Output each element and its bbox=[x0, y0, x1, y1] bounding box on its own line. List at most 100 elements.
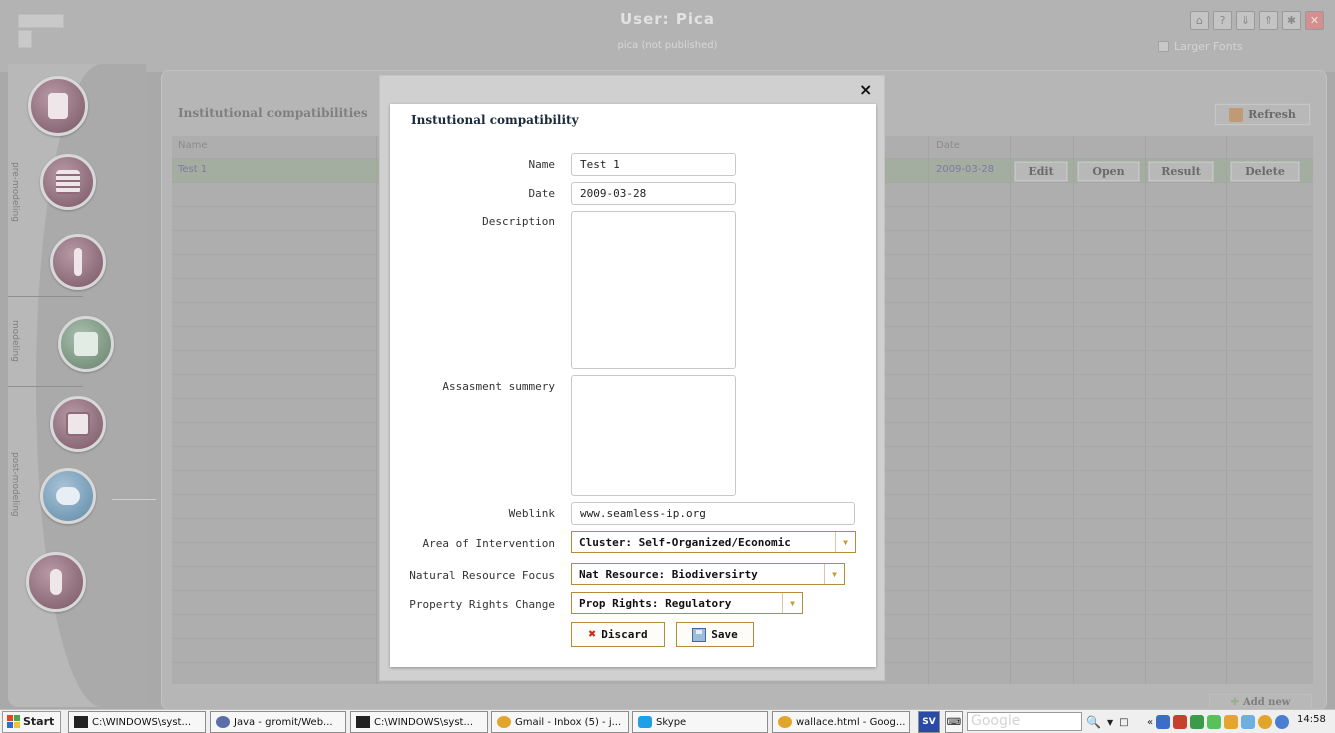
area-select-value: Cluster: Self-Organized/Economic bbox=[579, 535, 791, 549]
summary-label: Assasment summery bbox=[442, 380, 555, 393]
result-button[interactable]: Result bbox=[1148, 161, 1214, 182]
settings-icon[interactable]: ✱ bbox=[1282, 11, 1301, 30]
upload-icon[interactable]: ⇑ bbox=[1259, 11, 1278, 30]
taskbar-item-gmail[interactable]: Gmail - Inbox (5) - j... bbox=[491, 711, 629, 733]
taskbar-item-wallace[interactable]: wallace.html - Goog... bbox=[772, 711, 910, 733]
row-name-link[interactable]: Test 1 bbox=[178, 164, 207, 175]
section-label-post-modeling: post-modeling bbox=[10, 452, 20, 517]
discard-label: Discard bbox=[601, 628, 648, 641]
discard-icon: ✖ bbox=[588, 627, 597, 642]
chart-nav-button[interactable] bbox=[50, 396, 106, 452]
chevron-down-icon[interactable]: ▼ bbox=[782, 593, 802, 613]
resource-select[interactable]: Nat Resource: Biodiversirty ▼ bbox=[571, 563, 845, 585]
volume-icon[interactable] bbox=[1241, 715, 1256, 729]
edit-button[interactable]: Edit bbox=[1014, 161, 1068, 182]
description-label: Description bbox=[482, 215, 555, 228]
refresh-label: Refresh bbox=[1248, 108, 1296, 121]
taskbar-item-label: Gmail - Inbox (5) - j... bbox=[515, 716, 622, 728]
rights-select[interactable]: Prop Rights: Regulatory ▼ bbox=[571, 592, 803, 614]
add-new-button[interactable]: ✚ Add new bbox=[1209, 694, 1312, 708]
row-date: 2009-03-28 bbox=[936, 164, 995, 175]
area-label: Area of Intervention bbox=[422, 537, 555, 550]
clipboard-icon bbox=[48, 93, 68, 119]
calculator-nav-button[interactable] bbox=[58, 316, 114, 372]
scales-nav-button[interactable] bbox=[40, 468, 96, 524]
help-icon[interactable]: ? bbox=[1213, 11, 1232, 30]
larger-fonts-checkbox[interactable] bbox=[1158, 41, 1169, 52]
chrome-tray-icon[interactable] bbox=[1258, 715, 1273, 729]
clock: 14:58 bbox=[1297, 714, 1326, 725]
section-label-pre-modeling: pre-modeling bbox=[10, 162, 20, 222]
save-icon bbox=[692, 627, 707, 642]
globe-icon[interactable] bbox=[1275, 715, 1290, 729]
update-icon[interactable] bbox=[1207, 715, 1222, 729]
date-field[interactable]: 2009-03-28 bbox=[571, 182, 736, 205]
larger-fonts-label: Larger Fonts bbox=[1174, 40, 1243, 53]
calculator-icon bbox=[74, 332, 98, 356]
search-icon[interactable]: 🔍 bbox=[1086, 715, 1101, 729]
language-indicator[interactable]: SV bbox=[918, 711, 940, 733]
delete-button[interactable]: Delete bbox=[1230, 161, 1300, 182]
larger-fonts-toggle[interactable]: Larger Fonts bbox=[1158, 40, 1243, 53]
app-header: User: Pica pica (not published) ⌂ ? ⇓ ⇑ … bbox=[0, 0, 1335, 72]
area-select[interactable]: Cluster: Self-Organized/Economic ▼ bbox=[571, 531, 856, 553]
chevron-down-icon[interactable]: ▼ bbox=[1107, 718, 1113, 727]
close-dialog-icon[interactable]: × bbox=[859, 80, 872, 99]
thermometer-icon bbox=[74, 248, 82, 276]
description-textarea[interactable] bbox=[571, 211, 736, 369]
search-controls: 🔍 ▼ □ bbox=[1086, 711, 1135, 733]
start-label: Start bbox=[23, 715, 55, 728]
thermometer-nav-button[interactable] bbox=[50, 234, 106, 290]
weblink-field[interactable]: www.seamless-ip.org bbox=[571, 502, 855, 525]
chrome-icon bbox=[778, 716, 792, 728]
discard-button[interactable]: ✖ Discard bbox=[571, 622, 665, 647]
taskbar-item-skype[interactable]: Skype bbox=[632, 711, 768, 733]
weblink-label: Weblink bbox=[508, 507, 555, 520]
chevron-down-icon[interactable]: ▼ bbox=[824, 564, 844, 584]
name-field[interactable]: Test 1 bbox=[571, 153, 736, 176]
taskbar: Start C:\WINDOWS\syst... Java - gromit/W… bbox=[0, 709, 1335, 733]
section-title: Institutional compatibilities bbox=[178, 106, 368, 120]
scales-icon bbox=[56, 487, 80, 505]
taskbar-item-label: C:\WINDOWS\syst... bbox=[92, 716, 192, 728]
taskbar-item-cmd-2[interactable]: C:\WINDOWS\syst... bbox=[350, 711, 488, 733]
add-new-label: Add new bbox=[1242, 697, 1291, 708]
tray-expand-icon[interactable]: « bbox=[1147, 717, 1153, 728]
stack-nav-button[interactable] bbox=[40, 154, 96, 210]
download-icon[interactable]: ⇓ bbox=[1236, 11, 1255, 30]
user-icon[interactable] bbox=[1224, 715, 1239, 729]
save-button[interactable]: Save bbox=[676, 622, 754, 647]
network-icon[interactable] bbox=[1156, 715, 1171, 729]
info-icon bbox=[50, 569, 62, 595]
taskbar-item-cmd[interactable]: C:\WINDOWS\syst... bbox=[68, 711, 206, 733]
rights-label: Property Rights Change bbox=[409, 598, 555, 611]
keyboard-icon[interactable]: ⌨ bbox=[945, 711, 963, 733]
start-button[interactable]: Start bbox=[2, 710, 62, 733]
refresh-button[interactable]: Refresh bbox=[1214, 103, 1311, 126]
refresh-icon bbox=[1229, 107, 1244, 122]
clipboard-nav-button[interactable] bbox=[28, 76, 88, 136]
summary-textarea[interactable] bbox=[571, 375, 736, 496]
taskbar-item-label: Skype bbox=[656, 716, 687, 728]
info-nav-button[interactable] bbox=[26, 552, 86, 612]
sidebar: pre-modeling modeling post-modeling bbox=[8, 64, 156, 707]
date-label: Date bbox=[528, 187, 556, 200]
home-icon[interactable]: ⌂ bbox=[1190, 11, 1209, 30]
taskbar-item-label: wallace.html - Goog... bbox=[796, 716, 906, 728]
resource-select-value: Nat Resource: Biodiversirty bbox=[579, 567, 758, 581]
column-header-date[interactable]: Date bbox=[936, 140, 960, 151]
messenger-icon[interactable] bbox=[1190, 715, 1205, 729]
chart-icon bbox=[66, 412, 90, 436]
close-icon[interactable]: ✕ bbox=[1305, 11, 1324, 30]
chevron-down-icon[interactable]: ▼ bbox=[835, 532, 855, 552]
security-icon[interactable] bbox=[1173, 715, 1188, 729]
windows-icon bbox=[7, 715, 20, 728]
minimize-icon[interactable]: □ bbox=[1119, 717, 1128, 728]
taskbar-item-label: C:\WINDOWS\syst... bbox=[374, 716, 474, 728]
open-button[interactable]: Open bbox=[1077, 161, 1140, 182]
column-header-name[interactable]: Name bbox=[178, 140, 208, 151]
google-search-box[interactable]: Google bbox=[967, 712, 1082, 731]
taskbar-item-java[interactable]: Java - gromit/Web... bbox=[210, 711, 346, 733]
skype-icon bbox=[638, 716, 652, 728]
dialog-title: Instutional compatibility bbox=[411, 113, 579, 127]
